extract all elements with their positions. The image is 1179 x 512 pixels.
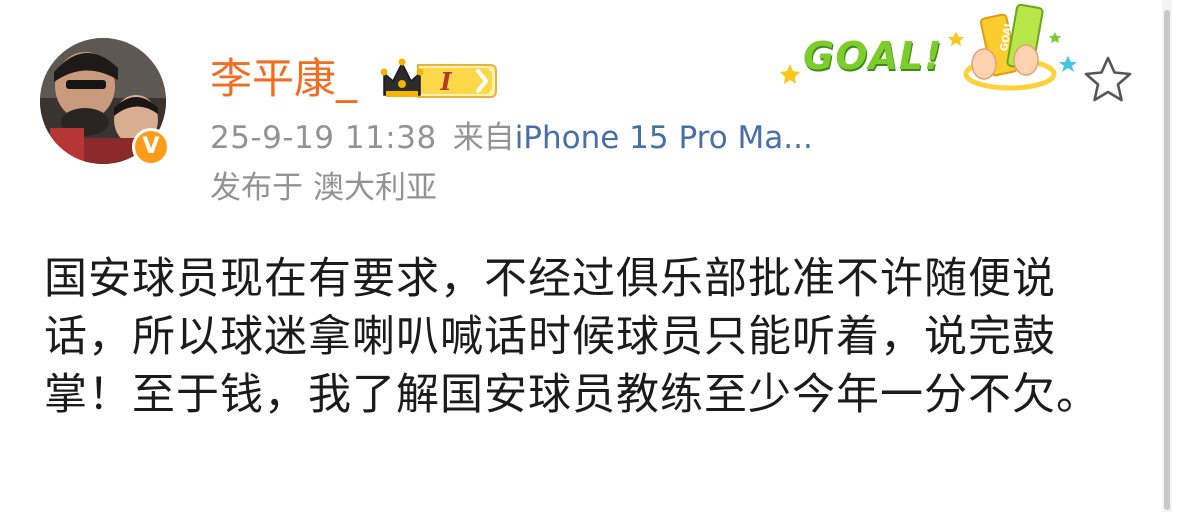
avatar-wrapper[interactable]: V [40, 38, 170, 168]
post-timestamp[interactable]: 25-9-19 11:38 [210, 120, 437, 156]
member-level-badge[interactable]: I [380, 57, 498, 101]
username[interactable]: 李平康_ [210, 54, 357, 104]
goal-text: GOAL! [803, 34, 943, 78]
goal-card-decoration: GOAL GOAL! [778, 4, 1078, 104]
crown-icon: I [380, 58, 497, 98]
source-prefix: 来自 [452, 120, 515, 156]
level-text: I [439, 67, 452, 96]
verified-badge: V [132, 128, 170, 166]
device-source-link[interactable]: iPhone 15 Pro Ma... [515, 120, 813, 156]
favorite-star-button[interactable] [1081, 54, 1135, 106]
star-icon [1084, 56, 1132, 102]
post-location: 发布于 澳大利亚 [210, 167, 437, 209]
weibo-post: V 李平康_ I 25-9-19 11:38 来自iPhone 15 Pro Ma… [0, 0, 1179, 512]
location-prefix: 发布于 [210, 170, 303, 206]
post-content: 国安球员现在有要求，不经过俱乐部批准不许随便说话，所以球迷拿喇叭喊话时候球员只能… [44, 254, 1100, 420]
post-meta: 25-9-19 11:38 来自iPhone 15 Pro Ma... [210, 117, 813, 159]
scrollbar-thumb[interactable] [1164, 10, 1170, 510]
location-text: 澳大利亚 [313, 170, 437, 206]
